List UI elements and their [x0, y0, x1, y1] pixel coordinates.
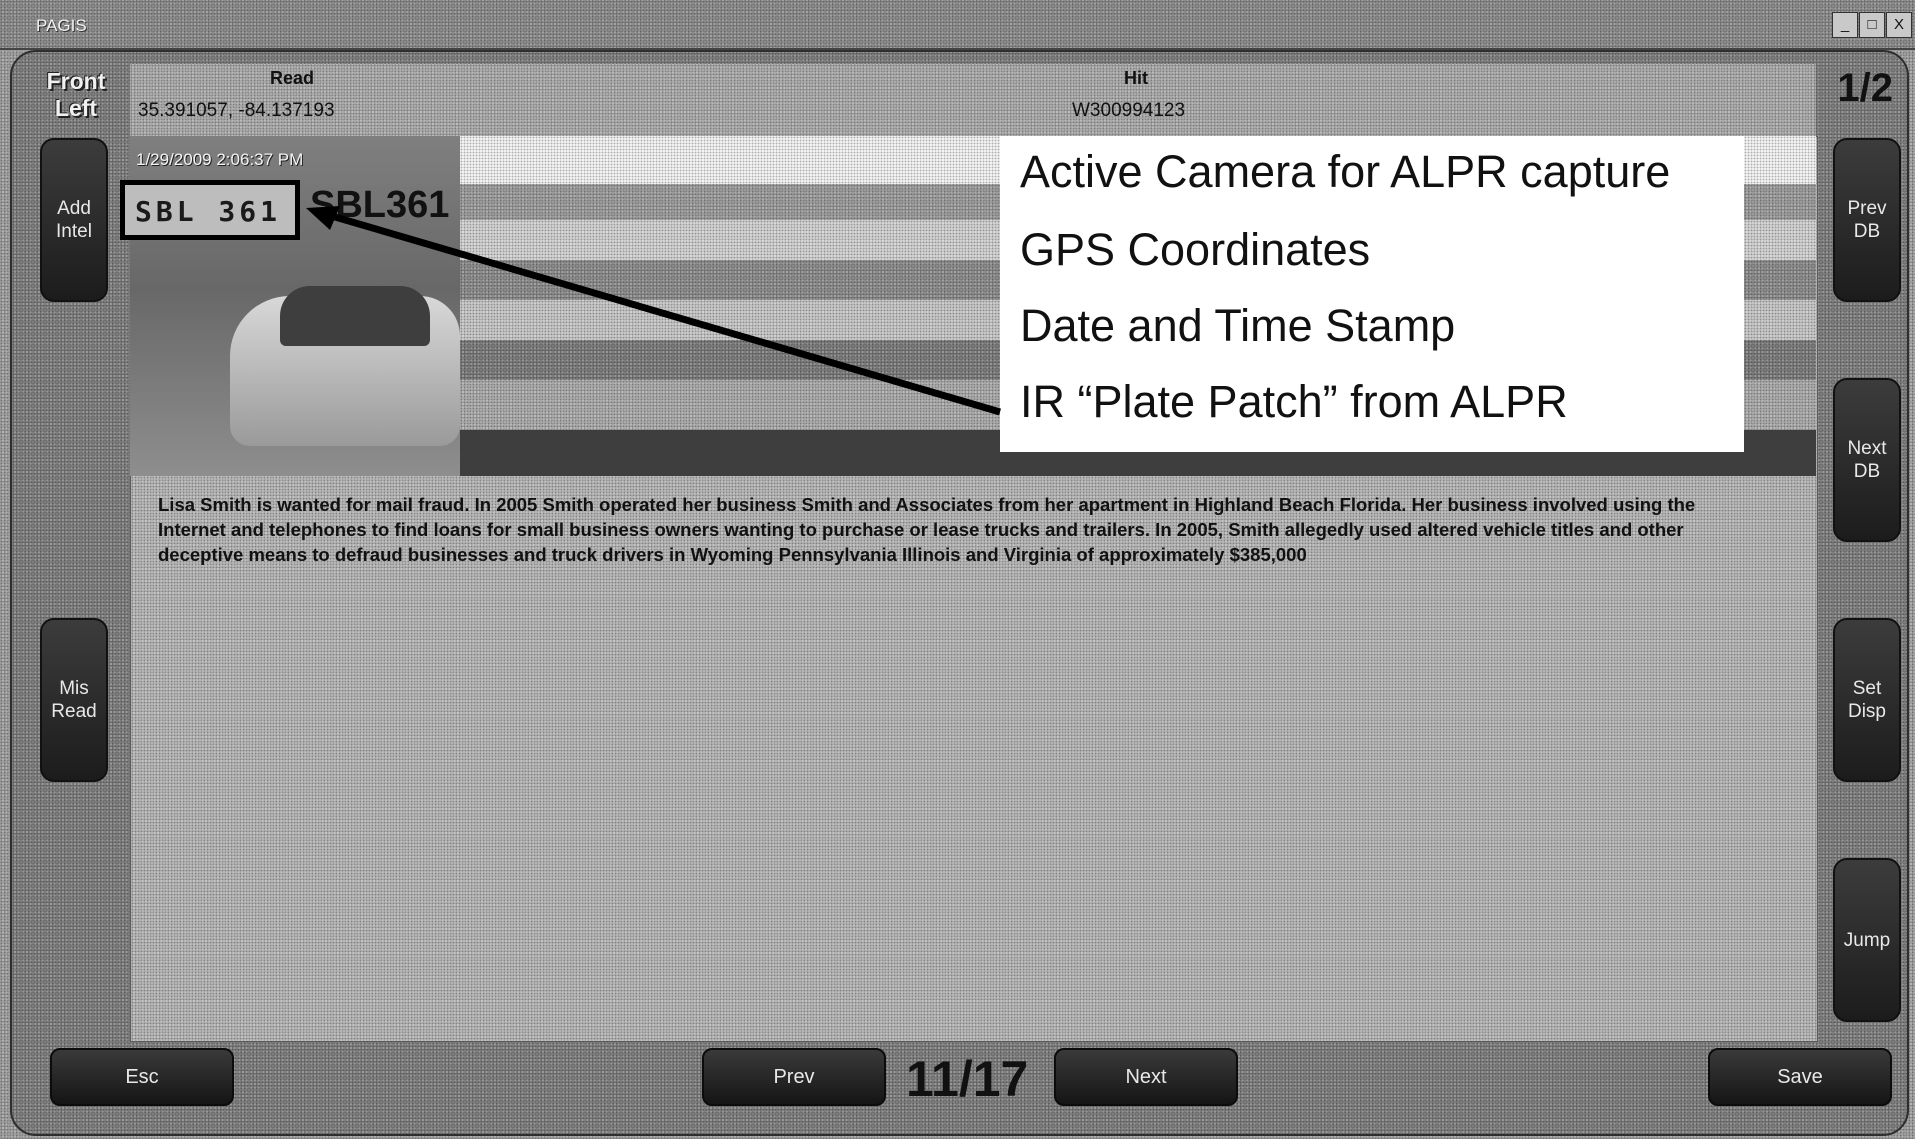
esc-button[interactable]: Esc	[50, 1048, 234, 1106]
read-label: Read	[270, 68, 315, 88]
hit-id: W300994123	[1072, 100, 1186, 121]
record-counter: 11/17	[906, 1051, 1029, 1107]
minimize-button[interactable]: _	[1832, 12, 1858, 38]
annotation-callout: Active Camera for ALPR capture GPS Coord…	[1000, 136, 1744, 452]
jump-button[interactable]: Jump	[1833, 858, 1901, 1022]
mis-read-button[interactable]: Mis Read	[40, 618, 108, 782]
next-db-button[interactable]: Next DB	[1833, 378, 1901, 542]
save-button[interactable]: Save	[1708, 1048, 1892, 1106]
callout-line: GPS Coordinates	[1020, 224, 1371, 275]
callout-line: Active Camera for ALPR capture	[1020, 146, 1671, 197]
prev-db-button[interactable]: Prev DB	[1833, 138, 1901, 302]
prev-db-label: Prev DB	[1847, 198, 1887, 242]
page-indicator: 1/2	[1837, 66, 1893, 110]
next-db-label: Next DB	[1847, 438, 1887, 482]
hit-description: Lisa Smith is wanted for mail fraud. In …	[158, 494, 1696, 565]
header-strip	[130, 64, 1816, 136]
maximize-button[interactable]: □	[1859, 12, 1885, 38]
ir-plate-patch: SBL 361	[120, 180, 300, 240]
capture-timestamp: 1/29/2009 2:06:37 PM	[136, 150, 304, 169]
vehicle-window	[280, 286, 430, 346]
callout-line: Date and Time Stamp	[1020, 300, 1456, 351]
set-disp-button[interactable]: Set Disp	[1833, 618, 1901, 782]
add-intel-label: Add Intel	[56, 198, 92, 242]
close-button[interactable]: X	[1886, 12, 1912, 38]
next-button[interactable]: Next	[1054, 1048, 1238, 1106]
callout-line: IR “Plate Patch” from ALPR	[1020, 376, 1568, 427]
hit-label: Hit	[1124, 68, 1148, 88]
plate-read-text: SBL361	[310, 184, 450, 226]
title-bar: PAGIS _ □ X	[0, 0, 1915, 50]
set-disp-label: Set Disp	[1847, 678, 1886, 722]
add-intel-button[interactable]: Add Intel	[40, 138, 108, 302]
app-title: PAGIS	[36, 16, 87, 35]
plate-patch-text: SBL 361	[135, 195, 282, 228]
jump-label: Jump	[1843, 929, 1891, 951]
active-camera-label: Front Left	[46, 68, 106, 121]
prev-button[interactable]: Prev	[702, 1048, 886, 1106]
mis-read-label: Mis Read	[51, 678, 97, 722]
gps-coordinates: 35.391057, -84.137193	[138, 100, 335, 121]
